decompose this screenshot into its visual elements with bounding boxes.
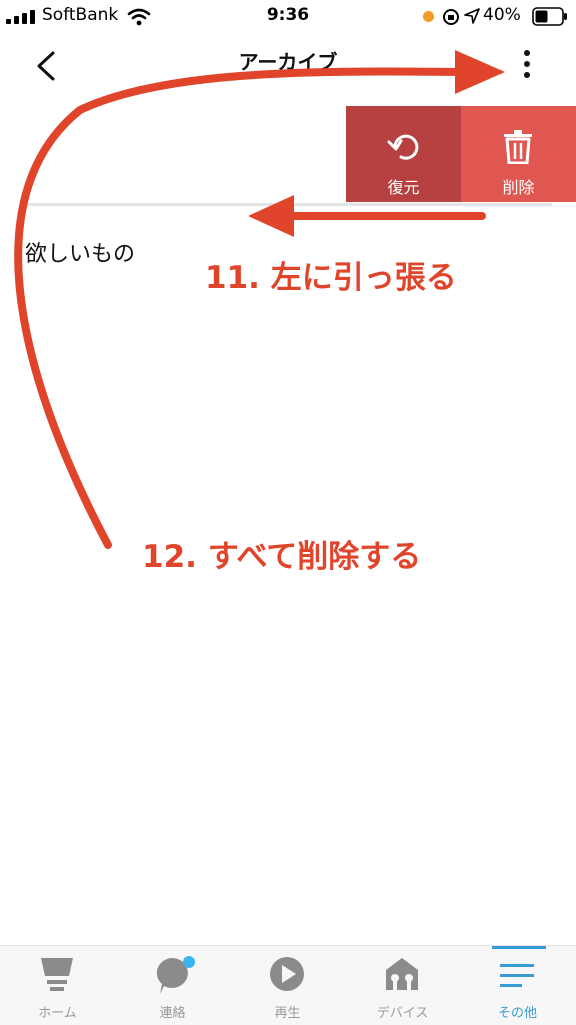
- tab-home-label: ホーム: [38, 1006, 77, 1021]
- delete-button[interactable]: 削除: [461, 106, 576, 202]
- annotation-step-12: 12. すべて削除する: [142, 539, 422, 575]
- tab-more[interactable]: その他: [460, 946, 575, 1025]
- tab-bar: ホーム 連絡 再生 デバイス その他: [0, 945, 576, 1025]
- devices-icon: [386, 958, 418, 990]
- restore-button[interactable]: 復元: [346, 106, 461, 202]
- play-icon: [270, 957, 304, 991]
- tab-more-label: その他: [497, 1006, 537, 1021]
- tab-contact[interactable]: 連絡: [115, 946, 230, 1025]
- tab-home[interactable]: ホーム: [0, 946, 115, 1025]
- chat-icon: [156, 956, 195, 994]
- menu-icon: [500, 964, 534, 987]
- restore-label: 復元: [387, 178, 420, 197]
- location-icon: [464, 8, 480, 24]
- more-options-icon[interactable]: [519, 49, 535, 81]
- active-tab-indicator: [492, 946, 546, 949]
- row-divider: [24, 203, 552, 206]
- trash-icon: [504, 130, 532, 164]
- swipe-arrow-head: [248, 195, 294, 237]
- orientation-lock-icon: [443, 9, 459, 25]
- status-bar: SoftBank 9:36 40%: [0, 0, 576, 34]
- page-title: アーカイブ: [238, 50, 338, 74]
- tab-play[interactable]: 再生: [230, 946, 345, 1025]
- tab-contact-label: 連絡: [159, 1006, 186, 1021]
- battery-percent: 40%: [483, 5, 521, 25]
- list-item-title[interactable]: 欲しいもの: [25, 236, 135, 268]
- recording-dot-icon: [423, 11, 434, 22]
- tab-devices-label: デバイス: [376, 1006, 429, 1021]
- delete-label: 削除: [502, 178, 535, 197]
- tab-play-label: 再生: [274, 1006, 301, 1021]
- home-icon: [41, 958, 73, 991]
- battery-icon: [532, 7, 567, 26]
- annotation-step-11: 11. 左に引っ張る: [205, 260, 457, 296]
- undo-icon: [387, 134, 419, 160]
- tab-devices[interactable]: デバイス: [345, 946, 460, 1025]
